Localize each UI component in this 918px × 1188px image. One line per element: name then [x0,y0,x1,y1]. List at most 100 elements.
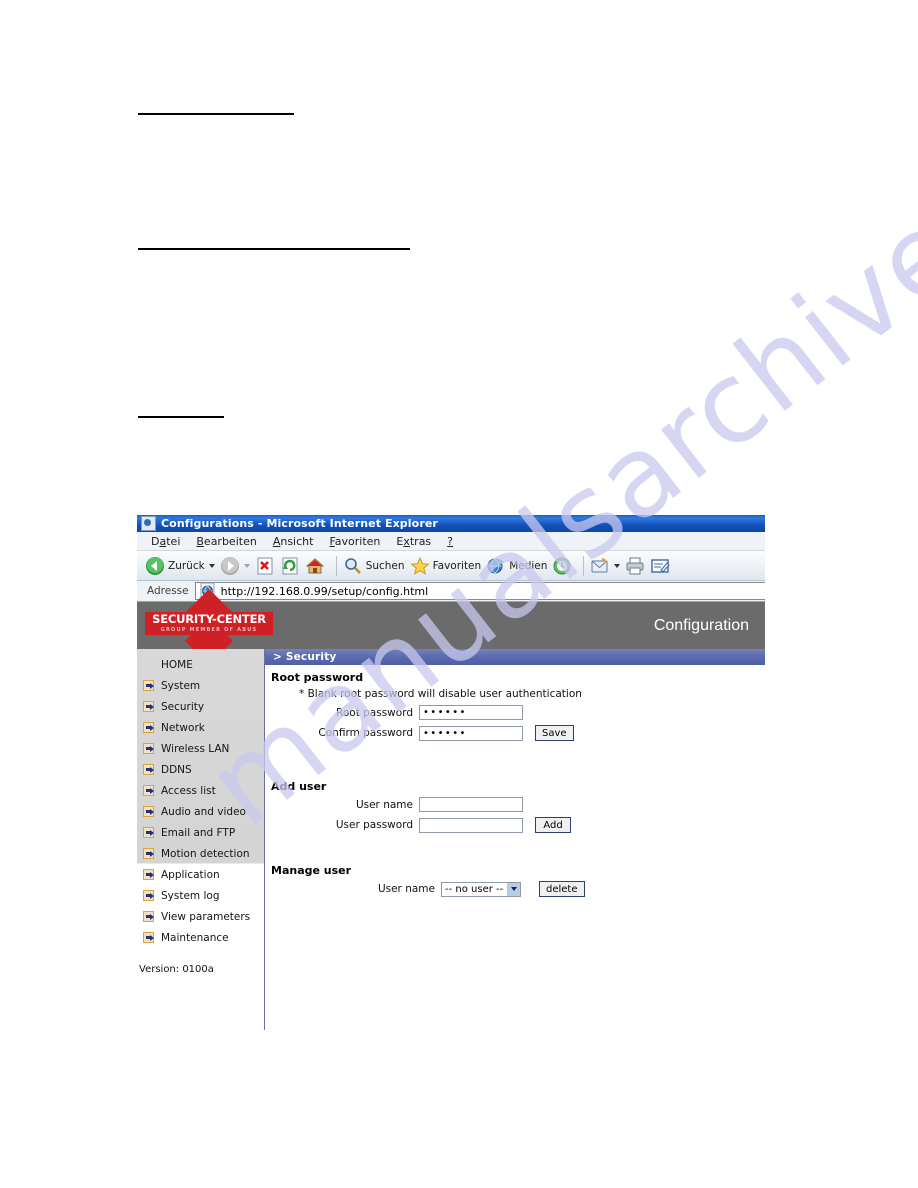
menu-item-ansicht[interactable]: Ansicht [273,535,314,548]
add-user-password-row: User password Add [271,817,765,833]
media-button[interactable]: Medien [486,556,547,576]
add-user-name-label: User name [355,798,413,811]
logo-tagline: GROUP MEMBER OF ABUS [160,627,258,633]
arrow-bullet-icon [143,911,154,922]
section-bar: > Security [265,649,765,665]
menu-item-help[interactable]: ? [447,535,453,548]
page-rule-lower [138,416,224,418]
confirm-password-input[interactable]: •••••• [419,725,523,741]
forward-button[interactable] [220,556,250,576]
forward-dropdown-caret-icon [243,563,250,568]
sidebar-item-home[interactable]: HOME [137,654,264,675]
history-button[interactable] [552,556,572,576]
security-center-logo: SECURITY-CENTER GROUP MEMBER OF ABUS [145,588,273,666]
sidebar-item-label: System [161,679,201,692]
section-bar-label: > Security [273,651,337,663]
back-dropdown-caret-icon[interactable] [208,563,215,568]
add-user-password-input[interactable] [419,817,523,833]
stop-button[interactable] [255,556,275,576]
arrow-bullet-icon [143,827,154,838]
root-password-row: Root password •••••• [271,705,765,720]
sidebar-item-system-log[interactable]: System log [137,885,264,906]
search-icon [344,557,361,574]
add-user-name-input[interactable] [419,797,523,812]
sidebar-item-application[interactable]: Application [137,864,264,885]
home-button[interactable] [305,556,325,576]
toolbar-separator-2 [583,555,585,576]
sidebar-item-access-list[interactable]: Access list [137,780,264,801]
sidebar-item-label: HOME [161,658,193,671]
sidebar-item-label: View parameters [161,910,251,923]
sidebar-item-network[interactable]: Network [137,717,264,738]
refresh-button[interactable] [280,556,300,576]
sidebar-item-label: Security [161,700,205,713]
add-user-password-label: User password [335,819,413,831]
manage-user-select[interactable]: -- no user -- [441,881,521,897]
menu-item-extras[interactable]: Extras [396,535,431,548]
add-user-button[interactable]: Add [535,817,571,833]
root-password-heading: Root password [271,671,364,684]
ie-page-icon [141,516,156,531]
sidebar-item-label: DDNS [161,763,192,776]
delete-user-button[interactable]: delete [539,881,585,897]
page-title: Configuration [653,616,749,634]
root-password-input[interactable]: •••••• [419,705,523,720]
menu-item-favoriten[interactable]: Favoriten [329,535,380,548]
sidebar-item-ddns[interactable]: DDNS [137,759,264,780]
menu-item-datei[interactable]: Datei [151,535,180,548]
arrow-bullet-icon [143,680,154,691]
print-button[interactable] [625,556,645,576]
mail-button[interactable] [590,556,621,576]
mail-icon [591,557,608,572]
manage-user-selected-value: -- no user -- [445,883,504,895]
chevron-down-icon[interactable] [507,882,520,896]
device-body: HOME System Security Network Wireless LA… [137,649,765,1030]
sidebar-item-audio-and-video[interactable]: Audio and video [137,801,264,822]
sidebar-item-label: System log [161,889,220,902]
browser-window: Configurations - Microsoft Internet Expl… [137,515,765,1030]
menu-item-bearbeiten[interactable]: Bearbeiten [196,535,256,548]
home-icon [305,557,325,573]
sidebar-item-motion-detection[interactable]: Motion detection [137,843,264,864]
favorites-button[interactable]: Favoriten [409,556,482,576]
arrow-bullet-icon [143,701,154,712]
arrow-bullet-icon [143,869,154,880]
arrow-bullet-icon [143,743,154,754]
search-button[interactable]: Suchen [343,556,405,576]
manage-user-row: User name -- no user -- delete [271,881,765,897]
root-password-label: Root password [336,706,413,719]
sidebar-item-label: Email and FTP [161,826,236,839]
favorites-button-label: Favoriten [432,559,482,572]
save-button[interactable]: Save [535,725,574,741]
history-icon [553,557,571,574]
back-button[interactable]: Zurück [145,556,215,576]
arrow-bullet-icon [143,785,154,796]
browser-title-bar: Configurations - Microsoft Internet Expl… [137,515,765,532]
back-button-label: Zurück [168,559,205,572]
sidebar-item-security[interactable]: Security [137,696,264,717]
root-password-section: Root password * Blank root password will… [265,665,765,741]
sidebar-item-system[interactable]: System [137,675,264,696]
page-rule-top [138,113,294,115]
back-arrow-icon [146,556,164,575]
search-button-label: Suchen [365,559,405,572]
bullet-blank-icon [143,659,154,670]
sidebar-item-wireless-lan[interactable]: Wireless LAN [137,738,264,759]
edit-button[interactable] [650,556,671,576]
add-user-name-row: User name [271,797,765,812]
confirm-password-row: Confirm password •••••• Save [271,725,765,741]
manage-user-section: Manage user User name -- no user -- dele… [265,858,765,897]
sidebar-item-email-and-ftp[interactable]: Email and FTP [137,822,264,843]
sidebar: HOME System Security Network Wireless LA… [137,649,265,1030]
device-web-ui: SECURITY-CENTER GROUP MEMBER OF ABUS Con… [137,588,765,1030]
sidebar-item-label: Audio and video [161,805,246,818]
sidebar-item-view-parameters[interactable]: View parameters [137,906,264,927]
sidebar-item-maintenance[interactable]: Maintenance [137,927,264,948]
address-input[interactable]: http://192.168.0.99/setup/config.html [194,582,765,600]
device-header: SECURITY-CENTER GROUP MEMBER OF ABUS Con… [137,588,765,666]
address-url-text: http://192.168.0.99/setup/config.html [220,584,429,598]
sidebar-item-label: Network [161,721,205,734]
mail-dropdown-caret-icon[interactable] [614,563,621,568]
browser-address-bar: Adresse http://192.168.0.99/setup/config… [137,581,765,602]
